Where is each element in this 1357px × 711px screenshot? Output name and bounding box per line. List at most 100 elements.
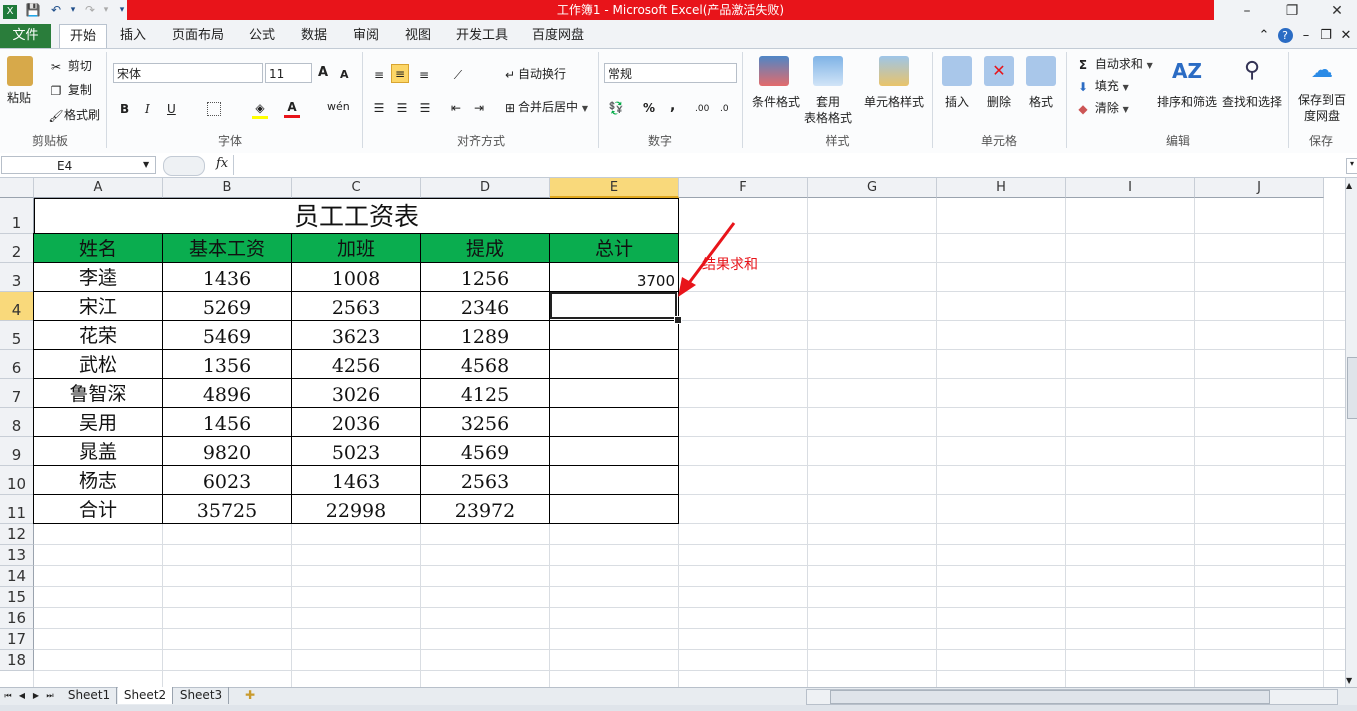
conditional-format-button[interactable]: 条件格式 <box>752 56 800 110</box>
redo-dropdown-icon[interactable]: ▾ <box>98 2 114 18</box>
undo-dropdown-icon[interactable]: ▾ <box>65 2 81 18</box>
value-cell[interactable]: 1463 <box>291 465 421 495</box>
insert-cells-button[interactable]: 插入 <box>940 56 974 110</box>
minimize-button[interactable]: – <box>1227 0 1267 22</box>
font-color-button[interactable]: A <box>284 98 300 118</box>
value-cell[interactable]: 2563 <box>420 465 550 495</box>
comma-button[interactable]: , <box>670 98 675 114</box>
copy-button[interactable]: ❐ 复制 <box>48 82 92 99</box>
italic-button[interactable]: I <box>145 101 150 117</box>
value-cell[interactable]: 3026 <box>291 378 421 408</box>
wrap-text-button[interactable]: ↵ 自动换行 <box>502 66 566 83</box>
name-box-dropdown-icon[interactable]: ▼ <box>143 160 149 169</box>
name-box[interactable]: E4 <box>1 156 156 174</box>
row-header-13[interactable]: 13 <box>0 545 34 566</box>
header-cell[interactable]: 基本工资 <box>162 233 292 263</box>
value-cell[interactable] <box>549 407 679 437</box>
row-header-5[interactable]: 5 <box>0 321 34 350</box>
value-cell[interactable]: 2346 <box>420 291 550 321</box>
value-cell[interactable]: 4256 <box>291 349 421 379</box>
insert-function-icon[interactable]: fx <box>216 156 228 171</box>
column-header-b[interactable]: B <box>163 178 292 198</box>
clear-button[interactable]: ◆ 清除 ▼ <box>1075 100 1128 118</box>
value-cell[interactable]: 35725 <box>162 494 292 524</box>
column-header-e[interactable]: E <box>550 178 679 198</box>
header-cell[interactable]: 提成 <box>420 233 550 263</box>
vertical-scroll-thumb[interactable] <box>1347 357 1357 419</box>
horizontal-scroll-thumb[interactable] <box>830 690 1270 704</box>
new-sheet-icon[interactable]: ✚ <box>240 687 260 704</box>
vertical-scrollbar[interactable] <box>1345 178 1357 687</box>
tab-developer[interactable]: 开发工具 <box>450 24 514 48</box>
tab-insert[interactable]: 插入 <box>113 24 153 48</box>
currency-button[interactable]: 💱 <box>608 99 624 116</box>
sort-filter-button[interactable]: AZ 排序和筛选 <box>1157 56 1217 110</box>
merge-center-button[interactable]: ⊞ 合并后居中 ▼ <box>502 99 588 117</box>
last-sheet-icon[interactable]: ⏭ <box>44 687 56 704</box>
name-cell[interactable]: 花荣 <box>33 320 163 350</box>
row-header-16[interactable]: 16 <box>0 608 34 629</box>
name-cell[interactable]: 晁盖 <box>33 436 163 466</box>
align-bottom-button[interactable]: ≡ <box>416 66 432 83</box>
increase-decimal-button[interactable]: .00 <box>695 101 709 117</box>
value-cell[interactable]: 3700 <box>549 262 679 292</box>
delete-cells-button[interactable]: ✕ 删除 <box>982 56 1016 110</box>
column-header-d[interactable]: D <box>421 178 550 198</box>
header-cell[interactable]: 姓名 <box>33 233 163 263</box>
row-header-2[interactable]: 2 <box>0 234 34 263</box>
align-top-button[interactable]: ≡ <box>371 66 387 83</box>
name-cell[interactable]: 吴用 <box>33 407 163 437</box>
fill-button[interactable]: ⬇ 填充 ▼ <box>1075 78 1129 96</box>
value-cell[interactable] <box>549 349 679 379</box>
grow-font-button[interactable]: A <box>318 65 328 81</box>
column-header-h[interactable]: H <box>937 178 1066 198</box>
name-cell[interactable]: 武松 <box>33 349 163 379</box>
increase-indent-button[interactable]: ⇥ <box>471 99 487 116</box>
column-header-i[interactable]: I <box>1066 178 1195 198</box>
value-cell[interactable]: 3256 <box>420 407 550 437</box>
scroll-up-icon[interactable]: ▲ <box>1346 181 1352 190</box>
tab-page-layout[interactable]: 页面布局 <box>166 24 230 48</box>
doc-minimize-icon[interactable]: – <box>1298 24 1314 48</box>
header-cell[interactable]: 加班 <box>291 233 421 263</box>
row-header-1[interactable]: 1 <box>0 198 34 234</box>
value-cell[interactable] <box>549 436 679 466</box>
value-cell[interactable] <box>549 494 679 524</box>
row-header-12[interactable]: 12 <box>0 524 34 545</box>
borders-button[interactable] <box>207 100 221 116</box>
select-all-corner[interactable] <box>0 178 34 198</box>
shrink-font-button[interactable]: A <box>340 67 349 83</box>
value-cell[interactable] <box>549 320 679 350</box>
font-size-combo[interactable]: 11 <box>265 63 312 83</box>
value-cell[interactable]: 2563 <box>291 291 421 321</box>
value-cell[interactable]: 4896 <box>162 378 292 408</box>
bold-button[interactable]: B <box>120 101 129 117</box>
value-cell[interactable]: 1289 <box>420 320 550 350</box>
row-header-10[interactable]: 10 <box>0 466 34 495</box>
align-left-button[interactable]: ☰ <box>371 99 387 116</box>
format-painter-button[interactable]: 🖌格式刷 <box>48 107 100 124</box>
value-cell[interactable]: 4568 <box>420 349 550 379</box>
next-sheet-icon[interactable]: ▶ <box>30 687 42 704</box>
value-cell[interactable]: 2036 <box>291 407 421 437</box>
value-cell[interactable]: 5269 <box>162 291 292 321</box>
fill-color-button[interactable]: ◈ <box>252 99 268 119</box>
value-cell[interactable]: 1008 <box>291 262 421 292</box>
format-cells-button[interactable]: 格式 <box>1024 56 1058 110</box>
value-cell[interactable]: 9820 <box>162 436 292 466</box>
undo-icon[interactable]: ↶ <box>48 2 64 18</box>
collapse-ribbon-icon[interactable]: ⌃ <box>1256 24 1272 48</box>
decrease-decimal-button[interactable]: .0 <box>720 101 729 117</box>
align-right-button[interactable]: ☰ <box>417 99 433 116</box>
column-header-a[interactable]: A <box>34 178 163 198</box>
row-header-17[interactable]: 17 <box>0 629 34 650</box>
value-cell[interactable]: 1436 <box>162 262 292 292</box>
name-cell[interactable]: 杨志 <box>33 465 163 495</box>
value-cell[interactable]: 6023 <box>162 465 292 495</box>
number-format-combo[interactable]: 常规 <box>604 63 737 83</box>
row-header-8[interactable]: 8 <box>0 408 34 437</box>
help-icon[interactable]: ? <box>1277 28 1293 43</box>
formula-bar-handle[interactable] <box>163 156 205 176</box>
tab-review[interactable]: 审阅 <box>346 24 386 48</box>
sheet-tab-sheet2[interactable]: Sheet2 <box>118 687 173 704</box>
